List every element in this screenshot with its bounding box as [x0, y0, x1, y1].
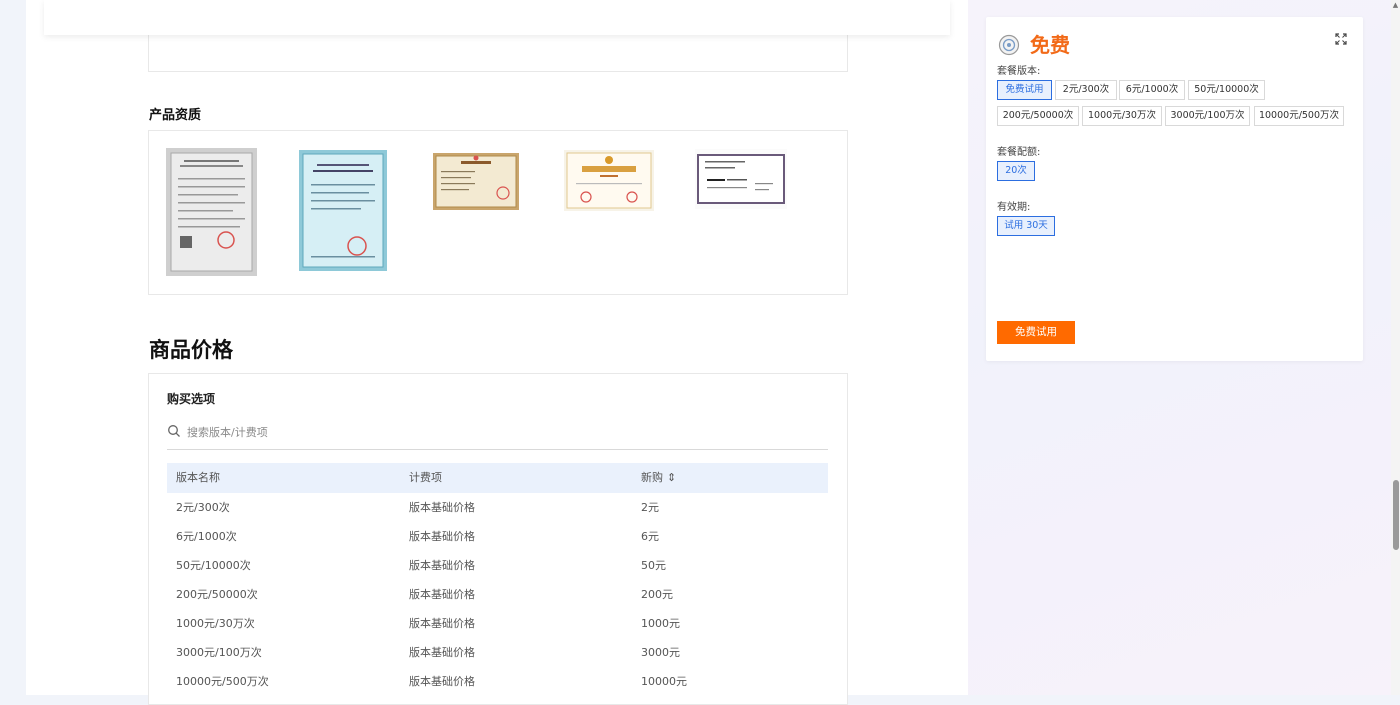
- certificate-image[interactable]: [166, 148, 257, 276]
- validity-label: 有效期:: [997, 202, 1031, 213]
- scrollbar-thumb[interactable]: [1393, 480, 1399, 550]
- certificate-image[interactable]: [564, 150, 654, 211]
- table-header: 版本名称 计费项 新购 ⇕: [167, 463, 828, 493]
- purchase-options-title: 购买选项: [167, 392, 216, 406]
- cell-billing-item: 版本基础价格: [409, 530, 475, 543]
- column-header-version: 版本名称: [176, 471, 220, 484]
- cell-price: 1000元: [641, 617, 680, 630]
- cell-price: 10000元: [641, 675, 687, 688]
- sort-icon[interactable]: ⇕: [667, 463, 676, 493]
- version-option[interactable]: 2元/300次: [1055, 80, 1117, 100]
- table-row: 200元/50000次 版本基础价格 200元: [167, 580, 828, 609]
- version-option[interactable]: 1000元/30万次: [1082, 106, 1162, 126]
- certificate-image[interactable]: [299, 150, 387, 271]
- cell-price: 2元: [641, 501, 659, 514]
- table-row: 6元/1000次 版本基础价格 6元: [167, 522, 828, 551]
- plan-title: 免费: [1030, 33, 1070, 57]
- cell-billing-item: 版本基础价格: [409, 559, 475, 572]
- version-option[interactable]: 10000元/500万次: [1254, 106, 1344, 126]
- version-label: 套餐版本:: [997, 66, 1041, 77]
- cell-billing-item: 版本基础价格: [409, 617, 475, 630]
- plan-purchase-card: 免费 套餐版本: 免费试用 2元/300次 6元/1000次 50元/10000…: [986, 17, 1363, 361]
- table-row: 50元/10000次 版本基础价格 50元: [167, 551, 828, 580]
- cell-version: 3000元/100万次: [176, 646, 262, 659]
- quota-label: 套餐配额:: [997, 147, 1041, 158]
- price-table: 版本名称 计费项 新购 ⇕ 2元/300次 版本基础价格 2元 6元/1000次 …: [167, 463, 828, 696]
- cell-billing-item: 版本基础价格: [409, 588, 475, 601]
- cell-price: 3000元: [641, 646, 680, 659]
- quota-option[interactable]: 20次: [997, 161, 1035, 181]
- cell-price: 200元: [641, 588, 673, 601]
- cell-version: 50元/10000次: [176, 559, 251, 572]
- product-logo-icon: [998, 34, 1020, 56]
- column-header-new-purchase-label: 新购: [641, 471, 663, 484]
- version-option[interactable]: 50元/10000次: [1188, 80, 1265, 100]
- cell-version: 6元/1000次: [176, 530, 237, 543]
- cell-version: 200元/50000次: [176, 588, 258, 601]
- cell-price: 6元: [641, 530, 659, 543]
- column-header-billing-item: 计费项: [409, 471, 442, 484]
- free-trial-button[interactable]: 免费试用: [997, 321, 1075, 344]
- cell-version: 2元/300次: [176, 501, 230, 514]
- table-row: 10000元/500万次 版本基础价格 10000元: [167, 667, 828, 696]
- table-row: 3000元/100万次 版本基础价格 3000元: [167, 638, 828, 667]
- search-input[interactable]: [185, 421, 489, 443]
- version-option-free-trial[interactable]: 免费试用: [997, 80, 1052, 100]
- version-option[interactable]: 3000元/100万次: [1165, 106, 1250, 126]
- qualification-title: 产品资质: [149, 108, 202, 123]
- validity-option[interactable]: 试用 30天: [997, 216, 1055, 236]
- certificate-image[interactable]: [433, 153, 519, 210]
- column-header-new-purchase[interactable]: 新购 ⇕: [641, 463, 676, 493]
- sticky-tab-header: [44, 0, 950, 35]
- certificate-image[interactable]: [695, 149, 787, 209]
- cell-version: 10000元/500万次: [176, 675, 269, 688]
- cell-version: 1000元/30万次: [176, 617, 255, 630]
- cell-price: 50元: [641, 559, 666, 572]
- table-row: 1000元/30万次 版本基础价格 1000元: [167, 609, 828, 638]
- search-icon: [168, 425, 180, 437]
- cell-billing-item: 版本基础价格: [409, 675, 475, 688]
- table-row: 2元/300次 版本基础价格 2元: [167, 493, 828, 522]
- version-search: [167, 421, 828, 450]
- cell-billing-item: 版本基础价格: [409, 646, 475, 659]
- version-option[interactable]: 200元/50000次: [997, 106, 1079, 126]
- version-option[interactable]: 6元/1000次: [1119, 80, 1185, 100]
- cell-billing-item: 版本基础价格: [409, 501, 475, 514]
- scroll-up-arrow-icon[interactable]: ▲: [1392, 2, 1399, 9]
- scrollbar[interactable]: [1391, 0, 1400, 695]
- price-section-title: 商品价格: [149, 338, 233, 362]
- expand-icon[interactable]: [1335, 33, 1347, 45]
